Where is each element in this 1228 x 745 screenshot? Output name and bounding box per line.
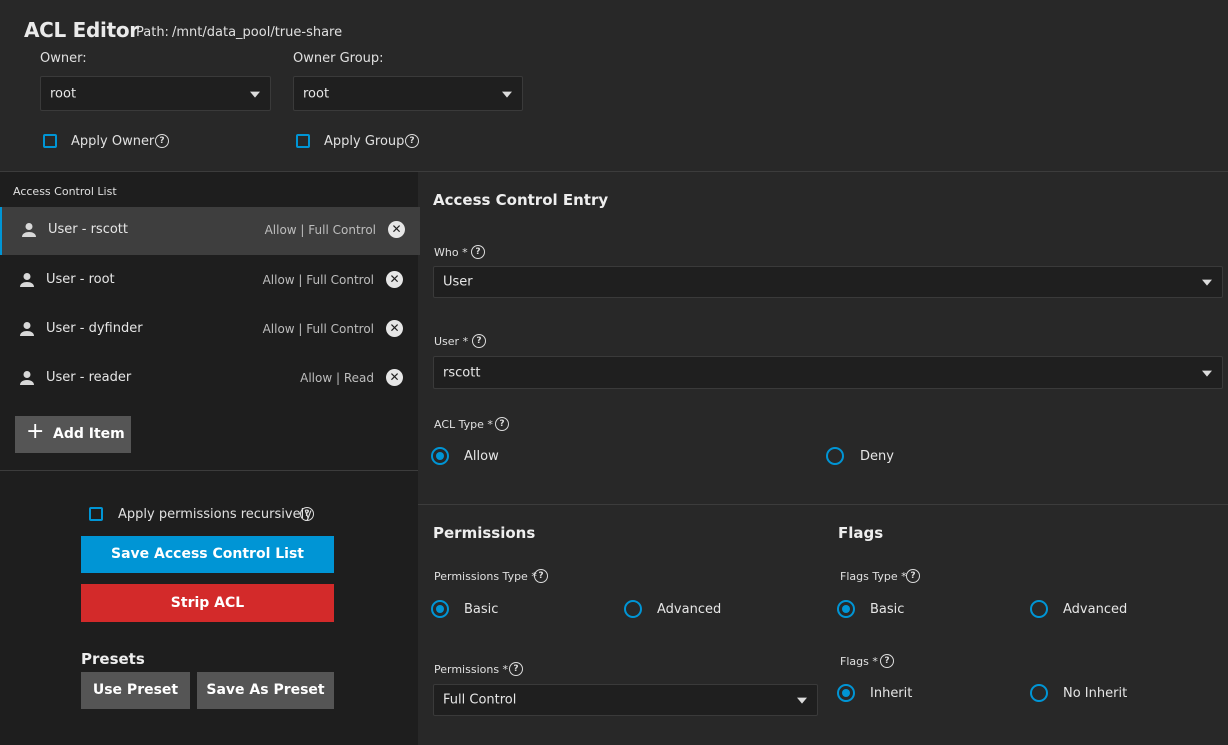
radio-deny[interactable] xyxy=(826,447,844,465)
owner-label: Owner: xyxy=(40,51,87,66)
help-icon[interactable]: ? xyxy=(472,334,486,348)
acl-item-label: User - reader xyxy=(46,370,132,385)
flags-type-label: Flags Type * xyxy=(840,570,907,583)
flags-label: Flags * xyxy=(840,655,878,668)
apply-group-label: Apply Group xyxy=(324,134,405,149)
help-icon[interactable]: ? xyxy=(495,417,509,431)
chevron-down-icon xyxy=(1202,279,1212,286)
user-icon xyxy=(22,223,36,237)
acl-type-label: ACL Type * xyxy=(434,418,493,431)
radio-no-inherit[interactable] xyxy=(1030,684,1048,702)
permissions-value: Full Control xyxy=(443,692,517,708)
acl-item-status: Allow | Full Control xyxy=(264,223,376,237)
radio-flags-advanced[interactable] xyxy=(1030,600,1048,618)
help-icon[interactable]: ? xyxy=(906,569,920,583)
help-icon[interactable]: ? xyxy=(405,134,419,148)
strip-acl-button[interactable]: Strip ACL xyxy=(81,584,334,622)
user-select[interactable]: rscott xyxy=(433,356,1223,389)
who-value: User xyxy=(443,274,473,290)
plus-icon: + xyxy=(26,419,45,444)
left-divider xyxy=(0,470,418,471)
radio-no-inherit-label: No Inherit xyxy=(1063,686,1128,701)
remove-icon[interactable]: ✕ xyxy=(388,221,405,238)
apply-group-checkbox[interactable] xyxy=(296,134,310,148)
path-value: /mnt/data_pool/true-share xyxy=(172,25,343,40)
radio-allow-label: Allow xyxy=(464,449,499,464)
acl-item-label: User - rscott xyxy=(48,222,128,237)
recursive-checkbox[interactable] xyxy=(89,507,103,521)
help-icon[interactable]: ? xyxy=(471,245,485,259)
radio-perm-advanced[interactable] xyxy=(624,600,642,618)
owner-group-label: Owner Group: xyxy=(293,51,384,66)
radio-perm-basic[interactable] xyxy=(431,600,449,618)
add-item-label: Add Item xyxy=(53,426,125,442)
apply-owner-checkbox[interactable] xyxy=(43,134,57,148)
user-icon xyxy=(20,371,34,385)
chevron-down-icon xyxy=(797,697,807,704)
permissions-title: Permissions xyxy=(433,524,536,542)
user-value: rscott xyxy=(443,365,481,380)
acl-list-item[interactable]: User - dyfinder Allow | Full Control ✕ xyxy=(0,306,418,354)
owner-select[interactable]: root xyxy=(40,76,271,111)
help-icon[interactable]: ? xyxy=(534,569,548,583)
acl-item-status: Allow | Read xyxy=(300,371,374,385)
who-select[interactable]: User xyxy=(433,266,1223,298)
radio-flags-basic-label: Basic xyxy=(870,602,905,617)
chevron-down-icon xyxy=(1202,370,1212,377)
acl-item-status: Allow | Full Control xyxy=(262,322,374,336)
radio-inherit[interactable] xyxy=(837,684,855,702)
user-label: User * xyxy=(434,335,469,348)
path-label: Path: xyxy=(136,25,169,40)
presets-title: Presets xyxy=(81,650,145,668)
acl-item-label: User - root xyxy=(46,272,115,287)
help-icon[interactable]: ? xyxy=(880,654,894,668)
radio-flags-basic[interactable] xyxy=(837,600,855,618)
who-label: Who * xyxy=(434,246,468,259)
radio-perm-basic-label: Basic xyxy=(464,602,499,617)
acl-item-status: Allow | Full Control xyxy=(262,273,374,287)
entry-title: Access Control Entry xyxy=(433,191,609,209)
acl-item-label: User - dyfinder xyxy=(46,321,143,336)
radio-perm-advanced-label: Advanced xyxy=(657,602,722,617)
flags-title: Flags xyxy=(838,524,884,542)
radio-inherit-label: Inherit xyxy=(870,686,913,701)
page-title: ACL Editor xyxy=(24,18,139,42)
radio-deny-label: Deny xyxy=(860,449,894,464)
permissions-label: Permissions * xyxy=(434,663,509,676)
help-icon[interactable]: ? xyxy=(300,507,314,521)
user-icon xyxy=(20,322,34,336)
chevron-down-icon xyxy=(250,91,260,98)
help-icon[interactable]: ? xyxy=(155,134,169,148)
acl-list-item[interactable]: User - root Allow | Full Control ✕ xyxy=(0,257,418,305)
radio-flags-advanced-label: Advanced xyxy=(1063,602,1128,617)
save-acl-button[interactable]: Save Access Control List xyxy=(81,536,334,573)
remove-icon[interactable]: ✕ xyxy=(386,320,403,337)
entry-divider xyxy=(418,504,1228,505)
permissions-select[interactable]: Full Control xyxy=(433,684,818,716)
owner-value: root xyxy=(50,86,77,101)
add-item-button[interactable]: + Add Item xyxy=(15,416,131,453)
owner-group-select[interactable]: root xyxy=(293,76,523,111)
remove-icon[interactable]: ✕ xyxy=(386,369,403,386)
help-icon[interactable]: ? xyxy=(509,662,523,676)
remove-icon[interactable]: ✕ xyxy=(386,271,403,288)
acl-list-item[interactable]: User - reader Allow | Read ✕ xyxy=(0,355,418,403)
use-preset-button[interactable]: Use Preset xyxy=(81,672,190,709)
owner-group-value: root xyxy=(303,86,330,101)
user-icon xyxy=(20,273,34,287)
permissions-type-label: Permissions Type * xyxy=(434,570,537,583)
recursive-label: Apply permissions recursively xyxy=(118,507,312,522)
chevron-down-icon xyxy=(502,91,512,98)
acl-list-item[interactable]: User - rscott Allow | Full Control ✕ xyxy=(0,207,420,255)
apply-owner-label: Apply Owner xyxy=(71,134,155,149)
save-as-preset-button[interactable]: Save As Preset xyxy=(197,672,334,709)
radio-allow[interactable] xyxy=(431,447,449,465)
acl-list-title: Access Control List xyxy=(13,185,117,198)
